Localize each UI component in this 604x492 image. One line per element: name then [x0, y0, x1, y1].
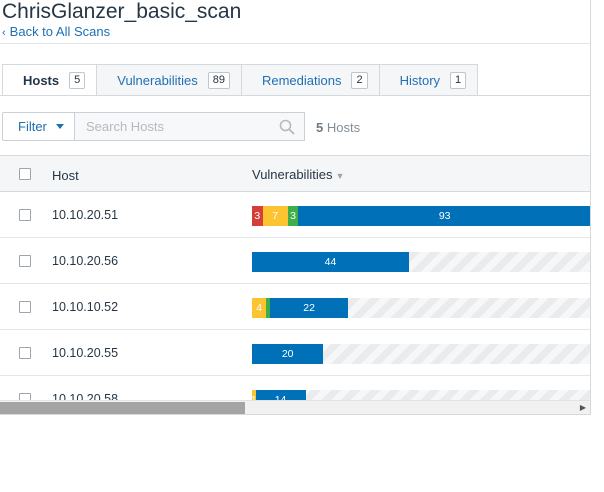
vulnerability-bar: 4 22	[252, 298, 590, 318]
filter-button[interactable]: Filter	[2, 112, 75, 141]
severity-segment-info[interactable]: 22	[269, 298, 349, 318]
tab-count-badge: 2	[351, 71, 368, 89]
tab-count-badge: 89	[207, 71, 230, 89]
host-ip: 10.10.20.51	[52, 208, 119, 222]
scroll-right-icon[interactable]: ▶	[580, 403, 586, 412]
search-hosts-input[interactable]	[75, 113, 265, 140]
row-checkbox[interactable]	[19, 209, 31, 221]
severity-segment-medium[interactable]: 4	[252, 298, 267, 318]
tab-history[interactable]: History 1	[379, 64, 479, 96]
row-checkbox[interactable]	[19, 255, 31, 267]
tab-label: Hosts	[23, 72, 60, 88]
tab-vulnerabilities[interactable]: Vulnerabilities 89	[97, 64, 242, 96]
chevron-left-icon: ‹	[2, 27, 6, 39]
severity-segment-info[interactable]: 44	[252, 252, 409, 272]
scrollbar-thumb[interactable]	[0, 402, 245, 414]
tab-count-badge: 1	[450, 71, 467, 89]
sort-down-icon: ▼	[335, 171, 345, 181]
host-ip: 10.10.20.55	[52, 346, 119, 360]
select-all-checkbox[interactable]	[19, 168, 31, 180]
severity-segment-critical[interactable]: 3	[252, 206, 263, 226]
back-link-label: Back to All Scans	[9, 24, 111, 39]
severity-segment-low[interactable]: 3	[287, 206, 299, 226]
column-header-host[interactable]: Host	[52, 168, 79, 183]
tab-remediations[interactable]: Remediations 2	[241, 64, 380, 96]
column-header-label: Vulnerabilities	[252, 167, 333, 182]
table-header: Host Vulnerabilities ▼	[0, 155, 590, 192]
page-title: ChrisGlanzer_basic_scan	[2, 0, 242, 23]
filter-label: Filter	[18, 119, 47, 134]
host-ip: 10.10.10.52	[52, 300, 119, 314]
severity-segment-info[interactable]: 93	[298, 206, 590, 226]
host-ip: 10.10.20.56	[52, 254, 119, 268]
back-to-scans-link[interactable]: ‹ Back to All Scans	[2, 24, 110, 39]
search-hosts-box	[74, 112, 305, 141]
column-header-vulnerabilities[interactable]: Vulnerabilities ▼	[252, 167, 344, 182]
vulnerability-bar: 44	[252, 252, 590, 272]
vulnerability-bar: 3 7 3 93	[252, 206, 590, 226]
severity-segment-medium[interactable]: 7	[262, 206, 288, 226]
row-checkbox[interactable]	[19, 301, 31, 313]
tab-label: History	[399, 72, 441, 88]
table-row[interactable]: 10.10.20.56 44	[0, 238, 590, 284]
scan-results-panel: ChrisGlanzer_basic_scan ‹ Back to All Sca…	[0, 0, 591, 415]
tab-count-badge: 5	[69, 71, 86, 89]
search-icon[interactable]	[279, 119, 295, 135]
tab-label: Remediations	[261, 72, 342, 88]
horizontal-scrollbar[interactable]: ▶	[0, 400, 590, 414]
tab-hosts[interactable]: Hosts 5	[2, 64, 98, 96]
table-row[interactable]: 10.10.20.51 3 7 3 93	[0, 192, 590, 238]
row-checkbox[interactable]	[19, 347, 31, 359]
host-count-number: 5	[316, 120, 324, 135]
table-row[interactable]: 10.10.10.52 4 22	[0, 284, 590, 330]
scan-tabs: Hosts 5 Vulnerabilities 89 Remediations …	[2, 64, 479, 96]
tabs-divider	[0, 95, 590, 96]
header-divider	[0, 43, 590, 44]
tab-label: Vulnerabilities	[117, 72, 198, 88]
caret-down-icon	[55, 124, 64, 129]
hosts-table: Host Vulnerabilities ▼ 10.10.20.51 3 7 3 93 …	[0, 155, 590, 414]
vulnerability-bar: 20	[252, 344, 590, 364]
host-count-label: Hosts	[326, 120, 361, 135]
table-row[interactable]: 10.10.20.55 20	[0, 330, 590, 376]
severity-segment-info[interactable]: 20	[252, 344, 324, 364]
host-count: 5 Hosts	[316, 120, 360, 135]
